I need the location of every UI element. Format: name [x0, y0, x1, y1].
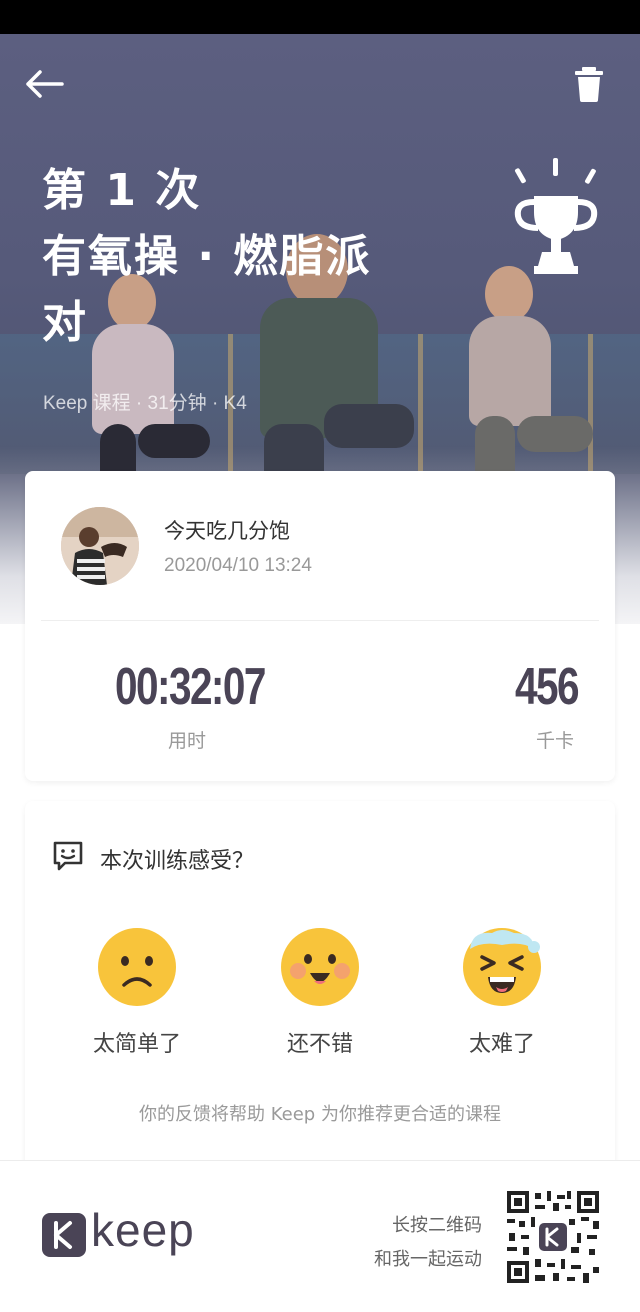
calories-value: 456 — [515, 658, 580, 716]
avatar[interactable] — [61, 507, 139, 585]
page-title: 第 1 次 有氧操 · 燃脂派 对 — [42, 158, 402, 356]
trash-icon[interactable] — [570, 64, 610, 104]
happy-face-icon — [281, 928, 359, 1006]
title-line: 第 1 次 — [42, 165, 202, 216]
feedback-option-label: 太难了 — [468, 1032, 535, 1057]
hero-background-pole — [588, 334, 593, 484]
user-name[interactable]: 今天吃几分饱 — [164, 515, 290, 545]
sad-face-icon — [98, 928, 176, 1006]
calories-label: 千卡 — [536, 730, 575, 752]
qr-code[interactable] — [505, 1189, 601, 1285]
feedback-option-label: 太简单了 — [92, 1032, 181, 1057]
qr-hint-line: 长按二维码 — [392, 1215, 482, 1236]
feedback-option-ok[interactable]: 还不错 — [250, 927, 390, 1057]
trophy-icon — [508, 156, 604, 280]
keep-logo-icon — [42, 1213, 86, 1257]
title-line: 有氧操 · 燃脂派 — [42, 231, 372, 282]
footer: keep 长按二维码 和我一起运动 — [0, 1160, 640, 1312]
hero-background-pole — [418, 334, 423, 484]
qr-hint-line: 和我一起运动 — [374, 1249, 482, 1270]
user-summary-card: 今天吃几分饱 2020/04/10 13:24 00:32:07 用时 456 … — [25, 471, 615, 781]
chat-smile-icon — [51, 839, 85, 873]
back-arrow-icon[interactable] — [22, 62, 66, 106]
feedback-option-hard[interactable]: 太难了 — [432, 927, 572, 1057]
workout-datetime: 2020/04/10 13:24 — [164, 555, 312, 576]
divider — [41, 620, 599, 621]
exhausted-face-icon — [463, 928, 541, 1006]
feedback-title: 本次训练感受？ — [100, 849, 255, 874]
course-meta: Keep 课程 · 31分钟 · K4 — [43, 393, 247, 414]
feedback-hint: 你的反馈将帮助 Keep 为你推荐更合适的课程 — [139, 1104, 501, 1125]
keep-wordmark: keep — [91, 1204, 195, 1256]
duration-label: 用时 — [168, 730, 207, 752]
status-bar — [0, 0, 640, 34]
feedback-option-easy[interactable]: 太简单了 — [67, 927, 207, 1057]
duration-value: 00:32:07 — [115, 658, 266, 716]
title-line: 对 — [42, 297, 88, 348]
feedback-card: 本次训练感受？ 太简单了 还不错 太难了 你的反馈将帮助 Keep 为你推荐更合… — [25, 801, 615, 1181]
feedback-option-label: 还不错 — [286, 1032, 353, 1057]
qr-hint: 长按二维码 和我一起运动 — [374, 1209, 482, 1277]
